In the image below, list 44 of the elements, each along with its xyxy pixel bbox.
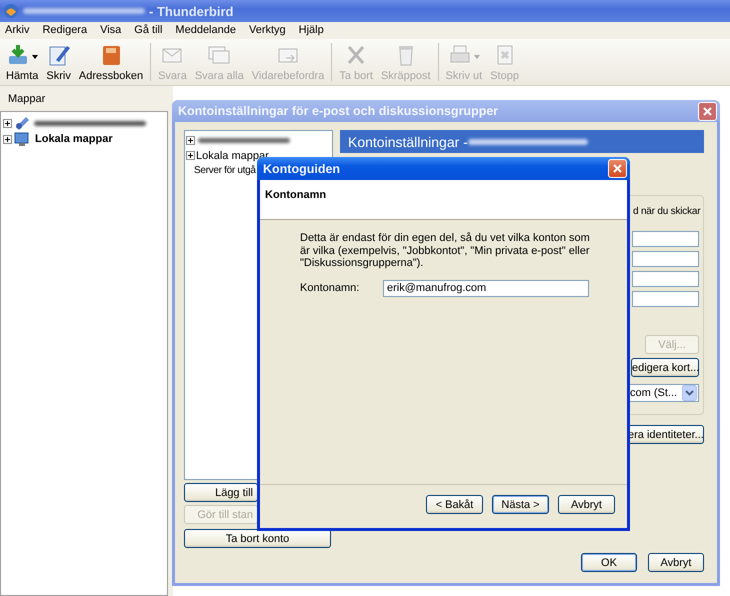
window-title: - Thunderbird: [149, 4, 234, 18]
computer-icon: [14, 131, 30, 147]
close-button[interactable]: [698, 102, 717, 120]
field-label: Kontonamn:: [300, 282, 360, 294]
page-heading: Kontonamn: [265, 189, 326, 201]
caret-icon: [474, 54, 480, 58]
account-name-field[interactable]: erik@manufrog.com: [383, 280, 589, 296]
dialog-button[interactable]: Lägg till: [184, 483, 258, 502]
menu-item[interactable]: Gå till: [134, 24, 162, 39]
text-field[interactable]: [632, 291, 699, 307]
close-icon: [703, 106, 712, 116]
account-tree-item[interactable]: Server för utgå: [194, 165, 256, 176]
dialog-button[interactable]: < Bakåt: [426, 495, 483, 514]
description-text: Detta är endast för din egen del, så du vet vilka konton som är vilka (exempelvis, "Jobbkontot", "Min privata e-post" eller "Diskussionsgrupperna").: [300, 232, 590, 270]
dialog-button[interactable]: Avbryt: [648, 553, 704, 572]
caret-icon: [32, 54, 38, 58]
close-icon: [613, 164, 622, 173]
dialog-button[interactable]: Ta bort konto: [184, 529, 331, 548]
folder-item[interactable]: Lokala mappar: [35, 133, 113, 145]
menu-item[interactable]: Verktyg: [248, 24, 286, 39]
toolbar-button[interactable]: Adressboken: [74, 42, 148, 82]
dropdown[interactable]: com (St...: [629, 384, 699, 402]
text-field[interactable]: [632, 271, 699, 287]
menu-item[interactable]: Redigera: [42, 24, 88, 39]
panel-title: Kontoinställningar -: [348, 134, 468, 150]
menu-item[interactable]: Hjälp: [298, 24, 324, 39]
menu-item[interactable]: Meddelande: [175, 24, 236, 39]
dialog-title: Kontoguiden: [262, 162, 340, 176]
dropdown-value: com (St...: [630, 387, 678, 399]
toolbar-button[interactable]: Skriv: [42, 42, 75, 82]
close-button[interactable]: [608, 159, 627, 178]
dialog-button[interactable]: OK: [581, 553, 637, 572]
pane-title: Mappar: [7, 92, 46, 107]
dialog-button[interactable]: Avbryt: [558, 495, 615, 514]
text-field[interactable]: [632, 231, 699, 247]
account-icon: [14, 115, 30, 131]
text-field[interactable]: [632, 251, 699, 267]
dialog-button[interactable]: Nästa >: [492, 495, 549, 514]
field-label: d när du skickar: [633, 206, 700, 217]
dialog-title: Kontoinställningar för e-post och diskussionsgrupper: [177, 104, 498, 118]
menu-item[interactable]: Arkiv: [5, 24, 30, 39]
app-icon: [3, 3, 19, 19]
toolbar-button[interactable]: Hämta: [2, 42, 42, 82]
menu-item[interactable]: Visa: [100, 24, 122, 39]
